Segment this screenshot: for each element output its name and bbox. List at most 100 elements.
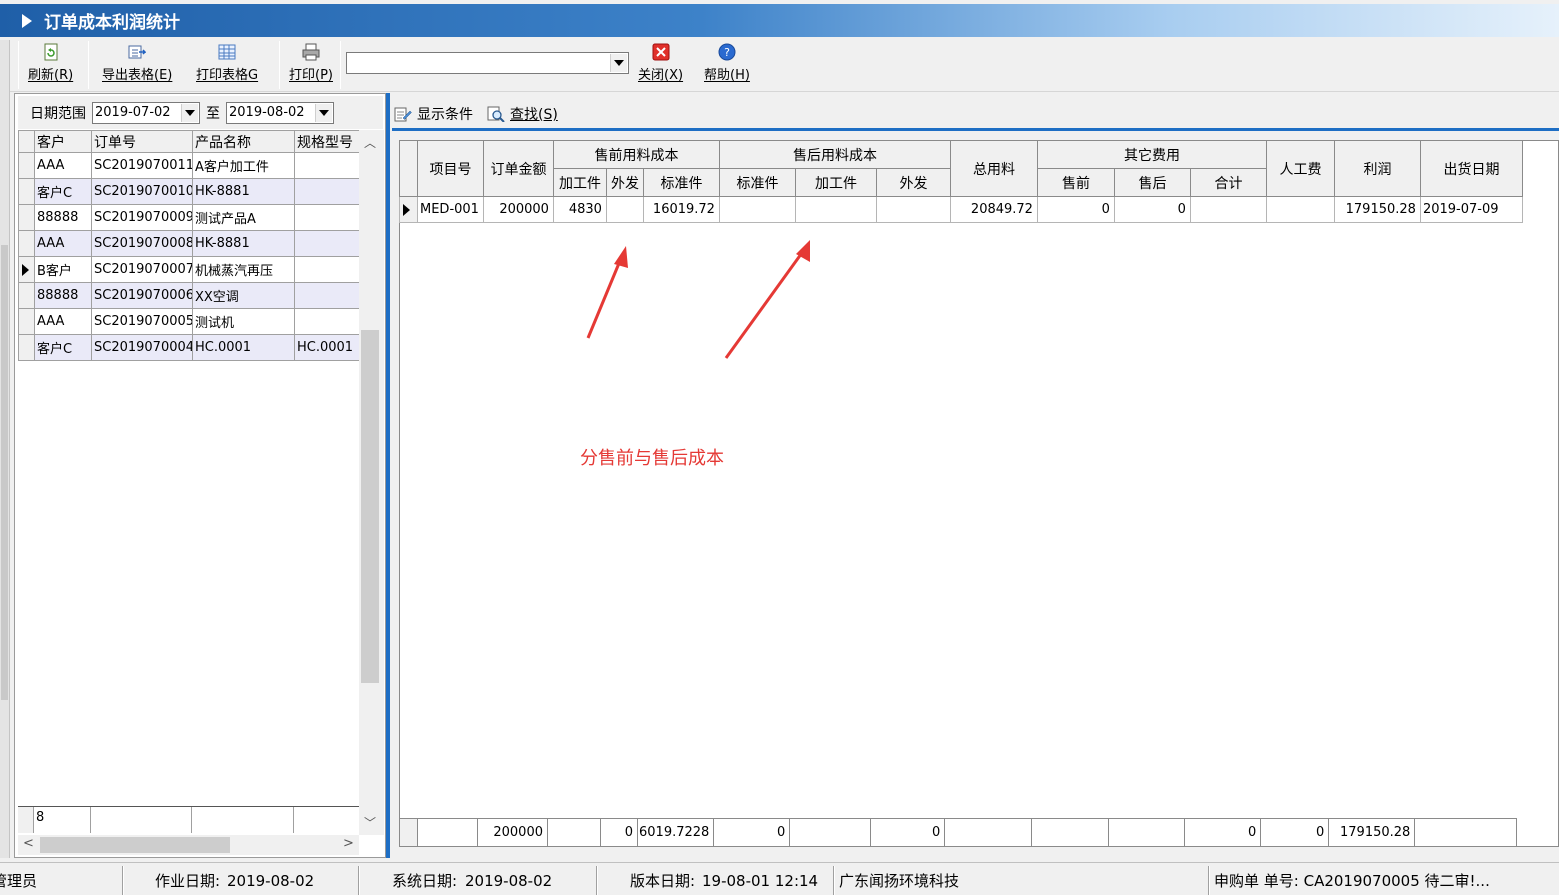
refresh-button[interactable]: 刷新(R) [28,43,73,89]
scroll-right-icon[interactable]: > [343,836,354,851]
col-group-other-expenses: 其它费用 [1036,140,1267,169]
col-header-ship-date[interactable]: 出货日期 [1419,140,1523,197]
edit-document-icon [394,106,412,122]
status-user: 管理员 [0,872,38,890]
close-button[interactable]: 关闭(X) [638,43,683,89]
export-table-button[interactable]: 导出表格(E) [102,43,172,89]
date-to-picker[interactable]: 2019-08-02 [226,101,334,124]
table-row[interactable]: MED-001 200000 4830 16019.72 20849.72 0 … [399,196,1523,223]
close-icon [652,43,670,61]
table-row[interactable]: 88888 SC2019070006 XX空调 [18,282,360,309]
annotation-arrows [586,240,810,359]
cost-profit-grid: 项目号 订单金额 售前用料成本 售后用料成本 总用料 其它费用 人工费 利润 出… [399,140,1523,223]
table-row[interactable]: AAA SC2019070005 测试机 [18,308,360,335]
work-date-value: 2019-08-02 [227,872,315,890]
print-button[interactable]: 打印(P) [289,43,333,89]
col-header-total-material[interactable]: 总用料 [949,140,1038,197]
detail-toolbar: 显示条件 查找(S) [394,100,572,128]
refresh-icon [42,43,60,61]
col-header-labor[interactable]: 人工费 [1265,140,1335,197]
company-name: 广东闻扬环境科技 [839,872,960,890]
table-row[interactable]: AAA SC2019070008 HK-8881 [18,230,360,257]
date-range-bar: 日期范围 2019-07-02 至 2019-08-02 [18,96,383,129]
col-header-pre-processing[interactable]: 加工件 [552,168,607,197]
table-row[interactable]: 客户C SC2019070010 HK-8881 [18,178,360,205]
title-arrow-icon [22,13,32,28]
system-date-label: 系统日期: [392,872,458,890]
annotation-arrow-icon [586,246,628,339]
toolbar-separator [340,41,341,89]
col-header-profit[interactable]: 利润 [1333,140,1421,197]
col-header-product[interactable]: 产品名称 [192,130,295,153]
col-header-after-processing[interactable]: 加工件 [794,168,877,197]
col-header-spec[interactable]: 规格型号 [294,130,360,153]
col-header-project-no[interactable]: 项目号 [417,140,484,197]
chevron-down-icon[interactable] [181,103,198,122]
date-from-picker[interactable]: 2019-07-02 [92,101,200,124]
scroll-up-icon[interactable]: ︿ [364,134,376,151]
show-conditions-button[interactable]: 显示条件 [394,104,473,124]
col-header-customer[interactable]: 客户 [34,130,92,153]
left-edge-scrollbar[interactable] [0,40,10,858]
window-title-bar: 订单成本利润统计 [0,4,1559,37]
panel-splitter[interactable] [386,93,390,858]
table-row-selected[interactable]: B客户 SC2019070007 机械蒸汽再压 [18,256,360,283]
scroll-down-icon[interactable]: ﹀ [364,814,376,831]
version-date-label: 版本日期: [630,872,696,890]
chevron-down-icon[interactable] [610,54,627,72]
order-list-grid: 客户 订单号 产品名称 规格型号 AAA SC2019070011 A客户加工件 客… [18,130,360,361]
detail-toolbar-divider [392,128,1559,131]
pending-notice[interactable]: 申购单 单号: CA2019070005 待二审!... [1214,867,1554,895]
annotation-text: 分售前与售后成本 [580,448,724,469]
date-range-label: 日期范围 [30,105,86,122]
chevron-down-icon[interactable] [315,103,332,122]
search-icon [487,106,505,123]
toolbar-separator [88,41,89,89]
work-date-label: 作业日期: [155,872,221,890]
version-date-value: 19-08-01 12:14 [702,872,819,890]
scroll-thumb[interactable] [40,837,230,853]
svg-text:?: ? [724,46,730,59]
col-header-order-no[interactable]: 订单号 [91,130,193,153]
date-to-label: 至 [206,105,220,122]
row-indicator-header [18,130,35,153]
col-group-presale-material: 售前用料成本 [552,140,720,169]
toolbar-combo[interactable] [346,52,629,74]
col-header-after-outsourced[interactable]: 外发 [875,168,951,197]
export-icon [128,43,147,61]
status-bar: 管理员 作业日期: 2019-08-02 系统日期: 2019-08-02 版本… [0,862,1559,895]
printer-icon [302,43,320,61]
print-table-button[interactable]: 打印表格G [196,43,258,89]
help-button[interactable]: ? 帮助(H) [704,43,750,89]
col-header-after-standard[interactable]: 标准件 [718,168,796,197]
current-row-pointer-icon [399,196,418,223]
col-header-order-amount[interactable]: 订单金额 [482,140,554,197]
col-header-other-aftersale[interactable]: 售后 [1113,168,1191,197]
find-button[interactable]: 查找(S) [487,104,558,124]
row-count: 8 [34,807,91,833]
table-row[interactable]: 88888 SC2019070009 测试产品A [18,204,360,231]
col-group-aftersale-material: 售后用料成本 [718,140,951,169]
order-list-horizontal-scrollbar[interactable]: < > [18,835,359,855]
cost-profit-summary-row: 200000 0 6019.7228 0 0 0 0 179150.28 [399,818,1518,847]
table-icon [218,43,236,61]
col-header-pre-standard[interactable]: 标准件 [642,168,720,197]
window-title: 订单成本利润统计 [44,13,180,33]
col-header-other-subtotal[interactable]: 合计 [1189,168,1267,197]
order-list-vertical-scrollbar[interactable]: ︿ ﹀ [359,130,384,835]
scroll-thumb[interactable] [361,330,379,683]
annotation-arrow-icon [724,240,810,359]
toolbar-separator [18,41,19,89]
help-icon: ? [718,43,736,61]
main-toolbar: 刷新(R) 导出表格(E) 打印表格G 打印(P) 关闭(X) ? 帮助(H) [0,37,1559,92]
toolbar-separator [279,41,280,89]
col-header-pre-outsourced[interactable]: 外发 [605,168,644,197]
order-list-footer: 8 [18,806,359,833]
scroll-left-icon[interactable]: < [23,836,34,851]
table-row[interactable]: 客户C SC2019070004 HC.0001 HC.0001 [18,334,360,361]
col-header-other-presale[interactable]: 售前 [1036,168,1115,197]
row-indicator-header [399,140,418,197]
current-row-pointer-icon [18,256,35,283]
system-date-value: 2019-08-02 [465,872,553,890]
table-row[interactable]: AAA SC2019070011 A客户加工件 [18,152,360,179]
